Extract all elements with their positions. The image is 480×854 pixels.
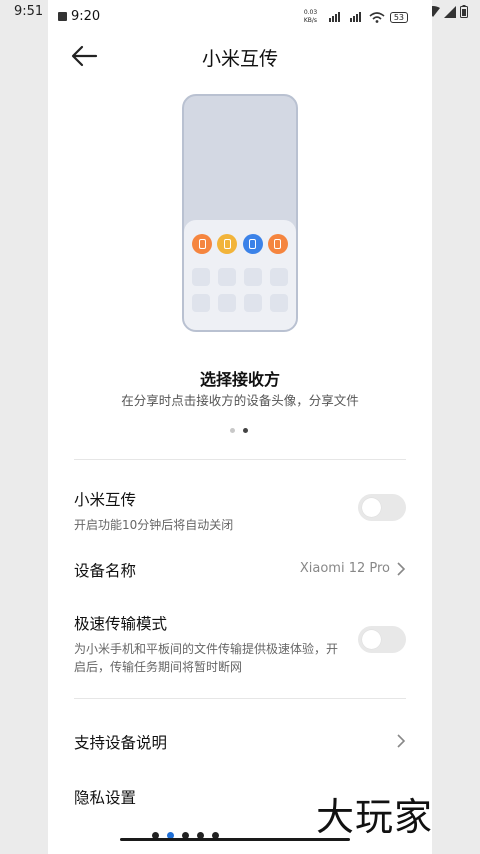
app-placeholder bbox=[270, 294, 288, 312]
device-name-setting-row[interactable]: 设备名称 Xiaomi 12 Pro bbox=[74, 559, 406, 583]
phone-screen: 9:20 0.03 KB/s 53 小米互传 选择接收方 在分享时点击接收方的设… bbox=[48, 0, 432, 854]
mi-share-label: 小米互传 bbox=[74, 491, 137, 509]
fast-transfer-setting-row[interactable]: 极速传输模式 为小米手机和平板间的文件传输提供极速体验，开启后，传输任务期间将暂… bbox=[74, 612, 406, 674]
hd-signal-icon bbox=[328, 12, 340, 22]
supported-devices-label: 支持设备说明 bbox=[74, 734, 168, 752]
device-avatar-icon bbox=[242, 234, 263, 254]
app-placeholder bbox=[218, 294, 236, 312]
device-avatar-icon bbox=[217, 234, 238, 254]
device-name-value: Xiaomi 12 Pro bbox=[299, 561, 390, 576]
host-clock: 9:51 bbox=[14, 4, 44, 19]
mi-share-subtitle: 开启功能10分钟后将自动关闭 bbox=[74, 518, 234, 532]
app-placeholder bbox=[192, 294, 210, 312]
phone-mockup bbox=[182, 94, 298, 332]
battery-level: 53 bbox=[389, 11, 408, 23]
feature-illustration bbox=[182, 94, 298, 332]
battery-icon bbox=[460, 5, 468, 18]
fast-transfer-label: 极速传输模式 bbox=[74, 615, 168, 633]
notification-icon bbox=[58, 12, 67, 21]
divider bbox=[74, 459, 406, 460]
fast-transfer-toggle[interactable] bbox=[358, 626, 406, 653]
status-clock: 9:20 bbox=[71, 9, 101, 24]
page-indicator bbox=[230, 428, 248, 433]
app-placeholder bbox=[270, 268, 288, 286]
status-bar: 9:20 0.03 KB/s 53 bbox=[48, 0, 432, 34]
wifi-icon bbox=[369, 11, 385, 23]
chevron-right-icon bbox=[397, 562, 406, 576]
mi-share-setting-row[interactable]: 小米互传 开启功能10分钟后将自动关闭 bbox=[74, 488, 406, 538]
signal-icon bbox=[349, 12, 361, 22]
page-dot-active[interactable] bbox=[243, 428, 248, 433]
device-avatar-icon bbox=[192, 234, 212, 254]
mi-share-toggle[interactable] bbox=[358, 494, 406, 521]
chevron-right-icon bbox=[397, 734, 406, 748]
signal-icon bbox=[444, 5, 456, 18]
app-placeholder bbox=[244, 268, 262, 286]
divider bbox=[74, 698, 406, 699]
feature-title: 选择接收方 bbox=[199, 370, 280, 389]
page-dot[interactable] bbox=[230, 428, 235, 433]
supported-devices-row[interactable]: 支持设备说明 bbox=[74, 731, 406, 755]
app-header: 小米互传 bbox=[48, 34, 432, 78]
app-placeholder bbox=[218, 268, 236, 286]
device-avatar-icon bbox=[267, 234, 288, 254]
fast-transfer-subtitle: 为小米手机和平板间的文件传输提供极速体验，开启后，传输任务期间将暂时断网 bbox=[74, 642, 339, 674]
share-sheet-mockup bbox=[184, 220, 296, 330]
device-avatars bbox=[192, 234, 288, 254]
app-grid-mockup bbox=[192, 268, 288, 312]
watermark-logo: 大玩家 bbox=[316, 795, 434, 839]
app-placeholder bbox=[244, 294, 262, 312]
network-speed: 0.03 KB/s bbox=[303, 9, 318, 24]
page-title: 小米互传 bbox=[201, 48, 278, 70]
app-placeholder bbox=[192, 268, 210, 286]
feature-description: 在分享时点击接收方的设备头像，分享文件 bbox=[121, 393, 359, 408]
